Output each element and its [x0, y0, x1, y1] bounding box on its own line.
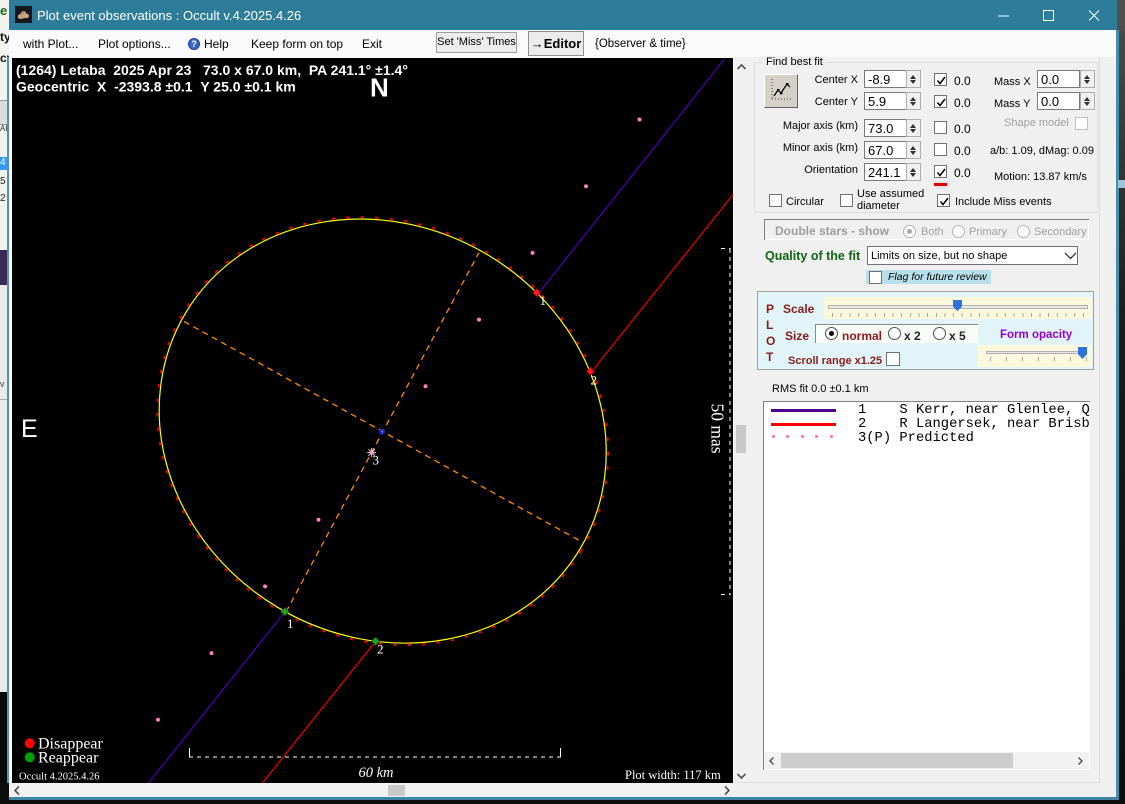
svg-text:50 mas: 50 mas	[708, 403, 728, 453]
svg-text:2: 2	[377, 642, 384, 657]
svg-text:2: 2	[591, 373, 598, 388]
svg-text:1: 1	[540, 293, 547, 308]
svg-text:1: 1	[287, 616, 294, 631]
svg-text:Reappear: Reappear	[38, 750, 99, 767]
svg-text:Occult 4.2025.4.26: Occult 4.2025.4.26	[19, 772, 100, 783]
svg-text:N: N	[370, 73, 389, 103]
svg-text:Geocentric X -2393.8 ±0.1 Y: Geocentric X -2393.8 ±0.1 Y 25.0 ±0.1 km	[16, 79, 296, 95]
svg-text:Plot width: 117 km: Plot width: 117 km	[625, 768, 721, 782]
svg-text:(1264) Letaba 2025 Apr 23 7: (1264) Letaba 2025 Apr 23 73.0 x 67.0 km…	[16, 62, 408, 78]
svg-text:60 km: 60 km	[358, 765, 393, 781]
svg-text:E: E	[21, 415, 38, 443]
